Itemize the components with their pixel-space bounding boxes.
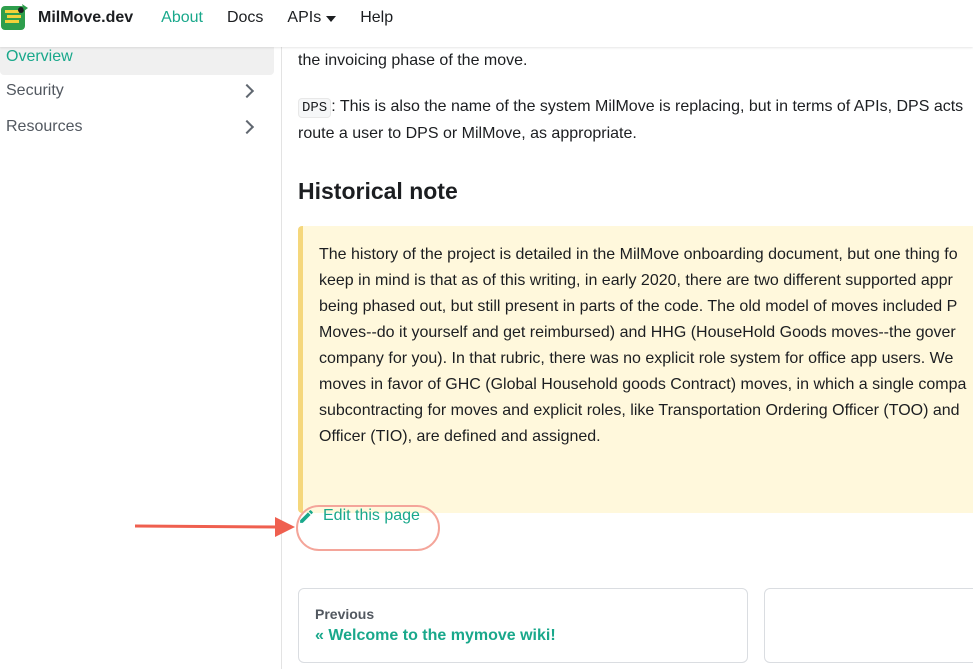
paragraph-dps-line2: route a user to DPS or MilMove, as appro… [298,125,637,142]
sidebar-item-label: Security [6,82,64,99]
note-admonition: The history of the project is detailed i… [298,226,973,513]
note-line: Moves--do it yourself and get reimbursed… [319,324,956,341]
note-line: keep in mind is that as of this writing,… [319,272,953,289]
sidebar-item-label: Overview [6,48,73,65]
note-line: The history of the project is detailed i… [319,246,958,263]
brand-link[interactable]: MilMove.dev [0,0,133,47]
main-content: the invoicing phase of the move. DPS: Th… [298,47,973,669]
pager-previous-sublabel: Previous [315,606,375,622]
sidebar-item-security[interactable]: Security [0,73,274,109]
brand-title: MilMove.dev [38,8,134,26]
nav-apis-label: APIs [287,8,322,26]
pager-previous[interactable]: Previous « Welcome to the mymove wiki! [298,588,748,663]
chevron-right-icon[interactable] [239,83,255,99]
chevron-right-icon[interactable] [239,119,255,135]
paragraph-dps-text: : This is also the name of the system Mi… [331,98,964,115]
nav-apis[interactable]: APIs [287,8,337,27]
note-line: Officer (TIO), are defined and assigned. [319,428,601,445]
pager-previous-title: « Welcome to the mymove wiki! [315,627,556,644]
note-line: company for you). In that rubric, there … [319,350,954,367]
caret-down-icon [326,15,337,22]
annotation-highlight-oval [296,505,440,551]
section-heading: Historical note [298,178,458,204]
sidebar-item-label: Resources [6,118,83,135]
note-line: being phased out, but still present in p… [319,298,958,315]
sidebar-item-resources[interactable]: Resources [0,109,274,145]
nav-docs[interactable]: Docs [227,9,263,27]
paragraph-dps: DPS: This is also the name of the system… [298,93,963,122]
paragraph-invoicing: the invoicing phase of the move. [298,52,528,69]
sidebar: Overview Security Resources [0,39,282,669]
note-line: subcontracting for moves and explicit ro… [319,402,960,419]
note-line: moves in favor of GHC (Global Household … [319,376,967,393]
top-navbar: MilMove.dev About Docs APIs Help [0,0,973,47]
milmove-logo-icon [1,3,28,30]
nav-help[interactable]: Help [360,9,393,27]
pager-next[interactable] [764,588,973,663]
dps-code: DPS [298,98,332,118]
nav-about[interactable]: About [161,9,203,27]
annotation-arrow-icon [135,517,295,537]
